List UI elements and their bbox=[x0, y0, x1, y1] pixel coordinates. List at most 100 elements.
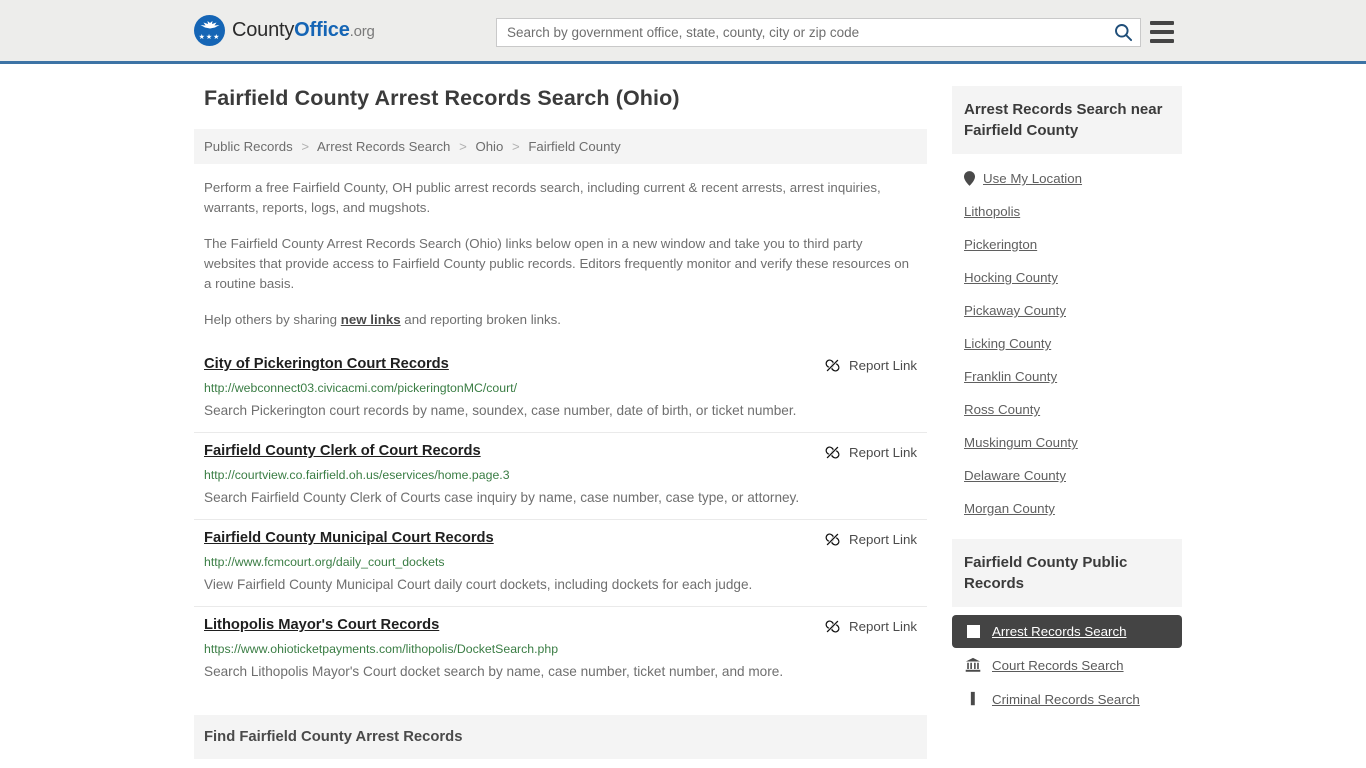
search-bar[interactable] bbox=[496, 18, 1141, 47]
link-item: Fairfield County Municipal Court Records… bbox=[194, 520, 927, 607]
use-my-location-link[interactable]: Use My Location bbox=[983, 171, 1082, 186]
document-bar-icon bbox=[964, 691, 982, 707]
sidebar-item-franklin-county[interactable]: Franklin County bbox=[952, 360, 1182, 393]
site-header: ★★★ CountyOffice.org bbox=[0, 0, 1366, 64]
logo-text-county: County bbox=[232, 19, 295, 41]
breadcrumb-separator: > bbox=[459, 139, 467, 154]
search-input[interactable] bbox=[497, 19, 1106, 46]
sidebar-item-muskingum-county[interactable]: Muskingum County bbox=[952, 426, 1182, 459]
sidebar-item-use-my-location[interactable]: Use My Location bbox=[952, 162, 1182, 195]
report-link-label: Report Link bbox=[849, 445, 917, 460]
hamburger-menu-icon[interactable] bbox=[1150, 21, 1174, 43]
menu-bar-3 bbox=[1150, 39, 1174, 43]
public-records-header: Fairfield County Public Records bbox=[952, 539, 1182, 607]
nearby-search-heading: Arrest Records Search near Fairfield Cou… bbox=[964, 101, 1163, 139]
new-links-link[interactable]: new links bbox=[341, 312, 401, 327]
nearby-search-header: Arrest Records Search near Fairfield Cou… bbox=[952, 86, 1182, 154]
record-link-url[interactable]: http://www.fcmcourt.org/daily_court_dock… bbox=[204, 555, 917, 569]
intro-p3-before: Help others by sharing bbox=[204, 312, 341, 327]
place-link[interactable]: Franklin County bbox=[964, 369, 1057, 384]
intro-text: Perform a free Fairfield County, OH publ… bbox=[194, 178, 927, 330]
record-link-description: Search Lithopolis Mayor's Court docket s… bbox=[204, 664, 784, 679]
sidebar-item-ross-county[interactable]: Ross County bbox=[952, 393, 1182, 426]
broken-link-icon bbox=[825, 532, 840, 547]
breadcrumb-item-arrest-records-search[interactable]: Arrest Records Search bbox=[317, 139, 450, 154]
stars-icon: ★★★ bbox=[198, 34, 221, 41]
report-link-button[interactable]: Report Link bbox=[824, 618, 917, 635]
public-record-link[interactable]: Court Records Search bbox=[992, 658, 1124, 673]
find-records-heading: Find Fairfield County Arrest Records bbox=[204, 729, 463, 745]
record-link-url[interactable]: http://webconnect03.civicacmi.com/picker… bbox=[204, 381, 917, 395]
record-link-title[interactable]: Fairfield County Clerk of Court Records bbox=[204, 443, 481, 459]
report-link-button[interactable]: Report Link bbox=[824, 531, 917, 548]
public-record-link[interactable]: Criminal Records Search bbox=[992, 692, 1140, 707]
record-link-title[interactable]: City of Pickerington Court Records bbox=[204, 356, 449, 372]
logo-text-org: .org bbox=[349, 23, 375, 40]
place-link[interactable]: Pickerington bbox=[964, 237, 1037, 252]
place-link[interactable]: Muskingum County bbox=[964, 435, 1078, 450]
place-link[interactable]: Delaware County bbox=[964, 468, 1066, 483]
sidebar-item-pickerington[interactable]: Pickerington bbox=[952, 228, 1182, 261]
page-title: Fairfield County Arrest Records Search (… bbox=[204, 86, 680, 110]
public-record-link[interactable]: Arrest Records Search bbox=[992, 624, 1127, 639]
report-link-button[interactable]: Report Link bbox=[824, 357, 917, 374]
place-link[interactable]: Licking County bbox=[964, 336, 1051, 351]
public-records-heading: Fairfield County Public Records bbox=[964, 554, 1128, 592]
breadcrumb-item-ohio[interactable]: Ohio bbox=[475, 139, 503, 154]
sidebar-item-lithopolis[interactable]: Lithopolis bbox=[952, 195, 1182, 228]
sidebar-item-hocking-county[interactable]: Hocking County bbox=[952, 261, 1182, 294]
intro-paragraph-3: Help others by sharing new links and rep… bbox=[194, 310, 927, 330]
broken-link-icon bbox=[825, 445, 840, 460]
place-link[interactable]: Ross County bbox=[964, 402, 1040, 417]
record-link-url[interactable]: https://www.ohioticketpayments.com/litho… bbox=[204, 642, 917, 656]
place-link[interactable]: Pickaway County bbox=[964, 303, 1066, 318]
link-item: Lithopolis Mayor's Court Records Report … bbox=[194, 607, 927, 693]
link-item: Fairfield County Clerk of Court Records … bbox=[194, 433, 927, 520]
eagle-seal-logo-icon: ★★★ bbox=[194, 15, 225, 46]
record-link-title[interactable]: Fairfield County Municipal Court Records bbox=[204, 530, 494, 546]
sidebar-item-court-records-search[interactable]: Court Records Search bbox=[952, 648, 1182, 682]
logo-text-office: Office bbox=[294, 19, 350, 41]
sidebar-item-arrest-records-search[interactable]: Arrest Records Search bbox=[952, 615, 1182, 648]
search-icon bbox=[1114, 24, 1132, 42]
search-button[interactable] bbox=[1106, 19, 1140, 46]
record-link-url[interactable]: http://courtview.co.fairfield.oh.us/eser… bbox=[204, 468, 917, 482]
report-link-label: Report Link bbox=[849, 619, 917, 634]
map-pin-icon bbox=[964, 171, 975, 186]
breadcrumb-separator: > bbox=[511, 139, 520, 154]
breadcrumb-item-public-records[interactable]: Public Records bbox=[204, 139, 293, 154]
intro-p3-after: and reporting broken links. bbox=[400, 312, 562, 327]
records-link-list: City of Pickerington Court Records Repor… bbox=[194, 346, 927, 693]
site-logo[interactable]: ★★★ CountyOffice.org bbox=[194, 15, 375, 46]
public-records-list: Arrest Records Search Court Records Sear… bbox=[952, 615, 1182, 716]
report-link-label: Report Link bbox=[849, 532, 917, 547]
intro-paragraph-2: The Fairfield County Arrest Records Sear… bbox=[204, 236, 910, 291]
sidebar-item-morgan-county[interactable]: Morgan County bbox=[952, 492, 1182, 525]
place-link[interactable]: Lithopolis bbox=[964, 204, 1020, 219]
record-link-description: View Fairfield County Municipal Court da… bbox=[204, 577, 753, 592]
white-square-icon bbox=[964, 625, 982, 638]
record-link-title[interactable]: Lithopolis Mayor's Court Records bbox=[204, 617, 439, 633]
report-link-label: Report Link bbox=[849, 358, 917, 373]
menu-bar-2 bbox=[1150, 30, 1174, 34]
place-link[interactable]: Hocking County bbox=[964, 270, 1058, 285]
main-column: Fairfield County Arrest Records Search (… bbox=[194, 86, 927, 768]
link-item: City of Pickerington Court Records Repor… bbox=[194, 346, 927, 433]
sidebar-item-delaware-county[interactable]: Delaware County bbox=[952, 459, 1182, 492]
place-link[interactable]: Morgan County bbox=[964, 501, 1055, 516]
find-records-body-text: Fairfield County Arrest Records are publ… bbox=[194, 759, 927, 768]
record-link-description: Search Fairfield County Clerk of Courts … bbox=[204, 490, 800, 505]
report-link-button[interactable]: Report Link bbox=[824, 444, 917, 461]
sidebar-item-criminal-records-search[interactable]: Criminal Records Search bbox=[952, 682, 1182, 716]
sidebar-item-pickaway-county[interactable]: Pickaway County bbox=[952, 294, 1182, 327]
find-records-section: Find Fairfield County Arrest Records bbox=[194, 715, 927, 759]
breadcrumb: Public Records > Arrest Records Search >… bbox=[194, 129, 927, 164]
menu-bar-1 bbox=[1150, 21, 1174, 25]
breadcrumb-separator: > bbox=[301, 139, 310, 154]
intro-paragraph-1: Perform a free Fairfield County, OH publ… bbox=[204, 180, 881, 215]
logo-text: CountyOffice.org bbox=[232, 19, 375, 42]
sidebar-item-licking-county[interactable]: Licking County bbox=[952, 327, 1182, 360]
breadcrumb-item-fairfield-county: Fairfield County bbox=[528, 139, 621, 154]
record-link-description: Search Pickerington court records by nam… bbox=[204, 403, 797, 418]
courthouse-icon bbox=[964, 657, 982, 673]
